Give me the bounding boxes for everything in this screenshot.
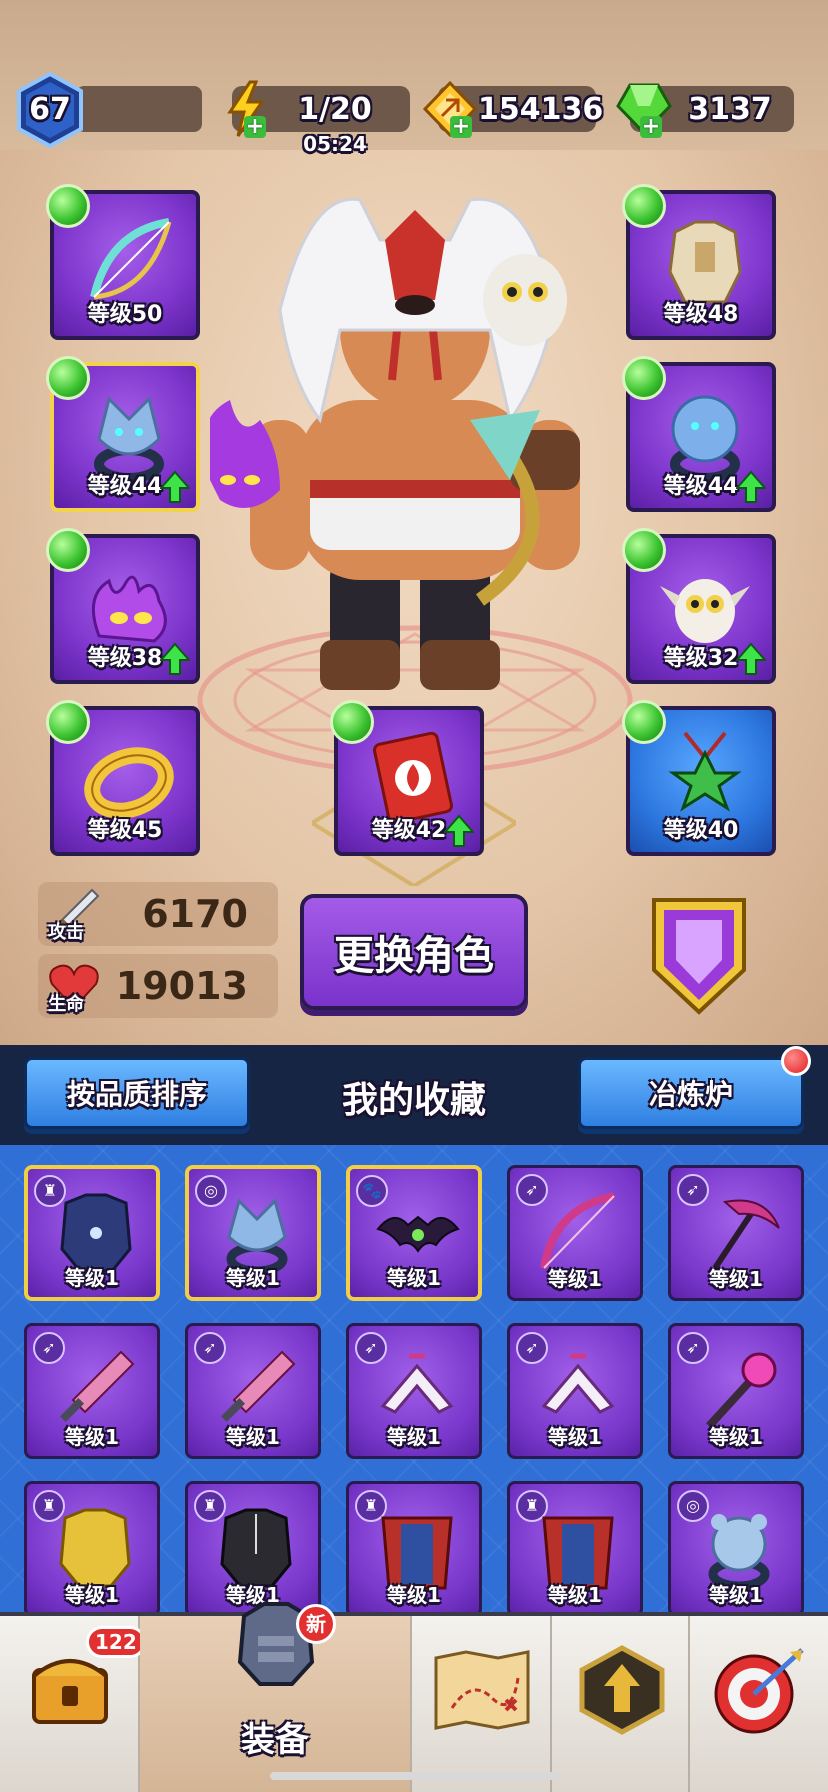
collection-item[interactable]: ♜ 等级1 xyxy=(24,1481,160,1615)
collection-item[interactable]: ♜ 等级1 xyxy=(185,1481,321,1615)
upgrade-arrow-icon xyxy=(160,642,190,675)
change-character-label: 更换角色 xyxy=(334,933,494,979)
item-level: 等级1 xyxy=(709,1583,763,1607)
bottom-nav: 122 新 装备 xyxy=(0,1602,828,1792)
collection-item[interactable]: ➶ 等级1 xyxy=(507,1165,643,1301)
item-level: 等级1 xyxy=(387,1583,441,1607)
nav-target[interactable] xyxy=(690,1616,828,1792)
purple-crystal-icon[interactable] xyxy=(644,890,754,1020)
home-indicator xyxy=(270,1772,560,1780)
slot-weapon[interactable]: 等级50 xyxy=(46,184,200,340)
collection-item[interactable]: ♜ 等级1 xyxy=(507,1481,643,1615)
treasure-chest-icon xyxy=(32,1659,108,1724)
item-level: 等级1 xyxy=(65,1266,119,1290)
sort-button-label: 按品质排序 xyxy=(66,1078,207,1111)
collection-item[interactable]: ➶ 等级1 xyxy=(668,1165,804,1301)
hp-stat: 生命 19013 xyxy=(38,954,278,1018)
slot-armor[interactable]: 等级48 xyxy=(622,184,776,340)
item-level: 等级1 xyxy=(387,1266,441,1290)
gold-value: 154136 xyxy=(478,92,604,127)
gem-plus-icon[interactable]: + xyxy=(640,116,662,138)
energy-value: 1/20 xyxy=(298,92,372,127)
xp-bar xyxy=(76,86,202,132)
gold-plus-icon[interactable]: + xyxy=(450,116,472,138)
collection-item[interactable]: ♜ 等级1 xyxy=(24,1165,160,1301)
nav-upgrade[interactable] xyxy=(552,1616,690,1792)
player-level-badge[interactable]: 67 xyxy=(16,72,84,148)
slot-pet-right[interactable]: 等级32 xyxy=(622,528,776,684)
item-level: 等级1 xyxy=(548,1267,602,1291)
item-level: 等级1 xyxy=(387,1425,441,1449)
collection-item[interactable]: ➶ 等级1 xyxy=(185,1323,321,1459)
collection-title: 我的收藏 xyxy=(341,1080,486,1121)
smelter-button[interactable]: 冶炼炉 xyxy=(578,1046,811,1129)
item-level: 等级1 xyxy=(709,1267,763,1291)
energy-timer: 05:24 xyxy=(303,132,367,156)
smelter-button-label: 冶炼炉 xyxy=(648,1078,733,1111)
item-level: 等级1 xyxy=(65,1425,119,1449)
notification-dot xyxy=(781,1046,811,1076)
slot-level: 等级40 xyxy=(663,818,739,843)
gem-value: 3137 xyxy=(688,92,772,127)
collection-item[interactable]: ◎ 等级1 xyxy=(185,1165,321,1301)
collection-grid[interactable]: ♜ 等级1 ◎ 等级1 🐾 等级1 ➶ 等级1 ➶ 等级1 ➶ 等级1 ➶ 等级… xyxy=(0,1145,828,1615)
slot-amulet[interactable]: 等级40 xyxy=(622,700,776,856)
upgrade-icon xyxy=(579,1645,665,1735)
collection-item[interactable]: ♜ 等级1 xyxy=(346,1481,482,1615)
item-level: 等级1 xyxy=(226,1266,280,1290)
chest-badge: 122 xyxy=(86,1626,146,1658)
collection-item[interactable]: ➶ 等级1 xyxy=(24,1323,160,1459)
upgrade-arrow-icon xyxy=(736,470,766,503)
hero-character[interactable] xyxy=(210,180,630,700)
slot-bracelet[interactable]: 等级45 xyxy=(46,700,200,856)
collection-item[interactable]: ➶ 等级1 xyxy=(668,1323,804,1459)
slot-level: 等级45 xyxy=(87,818,163,843)
upgrade-arrow-icon xyxy=(736,642,766,675)
nav-equipment[interactable]: 新 装备 xyxy=(140,1602,412,1792)
hp-label: 生命 xyxy=(48,994,84,1015)
collection-item[interactable]: ➶ 等级1 xyxy=(346,1323,482,1459)
slot-pet-left[interactable]: 等级38 xyxy=(46,528,200,684)
player-level: 67 xyxy=(29,92,71,127)
hp-value: 19013 xyxy=(115,964,248,1008)
sort-by-quality-button[interactable]: 按品质排序 xyxy=(24,1057,250,1129)
collection-item[interactable]: 🐾 等级1 xyxy=(346,1165,482,1301)
upgrade-arrow-icon xyxy=(444,814,474,847)
target-icon xyxy=(714,1648,804,1734)
slot-ring-left[interactable]: 等级44 xyxy=(46,356,200,512)
item-level: 等级1 xyxy=(548,1425,602,1449)
nav-chest[interactable]: 122 xyxy=(0,1616,146,1792)
item-level: 等级1 xyxy=(226,1425,280,1449)
energy-plus-icon[interactable]: + xyxy=(244,116,266,138)
map-icon xyxy=(434,1650,530,1730)
slot-level: 等级48 xyxy=(663,302,739,327)
slot-book[interactable]: 等级42 xyxy=(330,700,484,856)
collection-item[interactable]: ➶ 等级1 xyxy=(507,1323,643,1459)
hero-area: 67 + 1/20 05:24 + 154136 + 3137 等级50 等级4… xyxy=(0,0,828,1045)
equipment-label: 装备 xyxy=(241,1720,309,1760)
item-level: 等级1 xyxy=(548,1583,602,1607)
attack-label: 攻击 xyxy=(48,922,84,943)
collection-item[interactable]: ◎ 等级1 xyxy=(668,1481,804,1615)
collection-header: 按品质排序 我的收藏 冶炼炉 xyxy=(0,1045,828,1145)
new-badge: 新 xyxy=(296,1604,336,1644)
attack-stat: 攻击 6170 xyxy=(38,882,278,946)
upgrade-arrow-icon xyxy=(160,470,190,503)
slot-ring-right[interactable]: 等级44 xyxy=(622,356,776,512)
slot-level: 等级50 xyxy=(87,302,163,327)
nav-map[interactable] xyxy=(412,1616,552,1792)
attack-value: 6170 xyxy=(142,892,248,936)
item-level: 等级1 xyxy=(709,1425,763,1449)
item-level: 等级1 xyxy=(65,1583,119,1607)
change-character-button[interactable]: 更换角色 xyxy=(300,894,528,1010)
top-bar: 67 + 1/20 05:24 + 154136 + 3137 xyxy=(0,0,828,156)
